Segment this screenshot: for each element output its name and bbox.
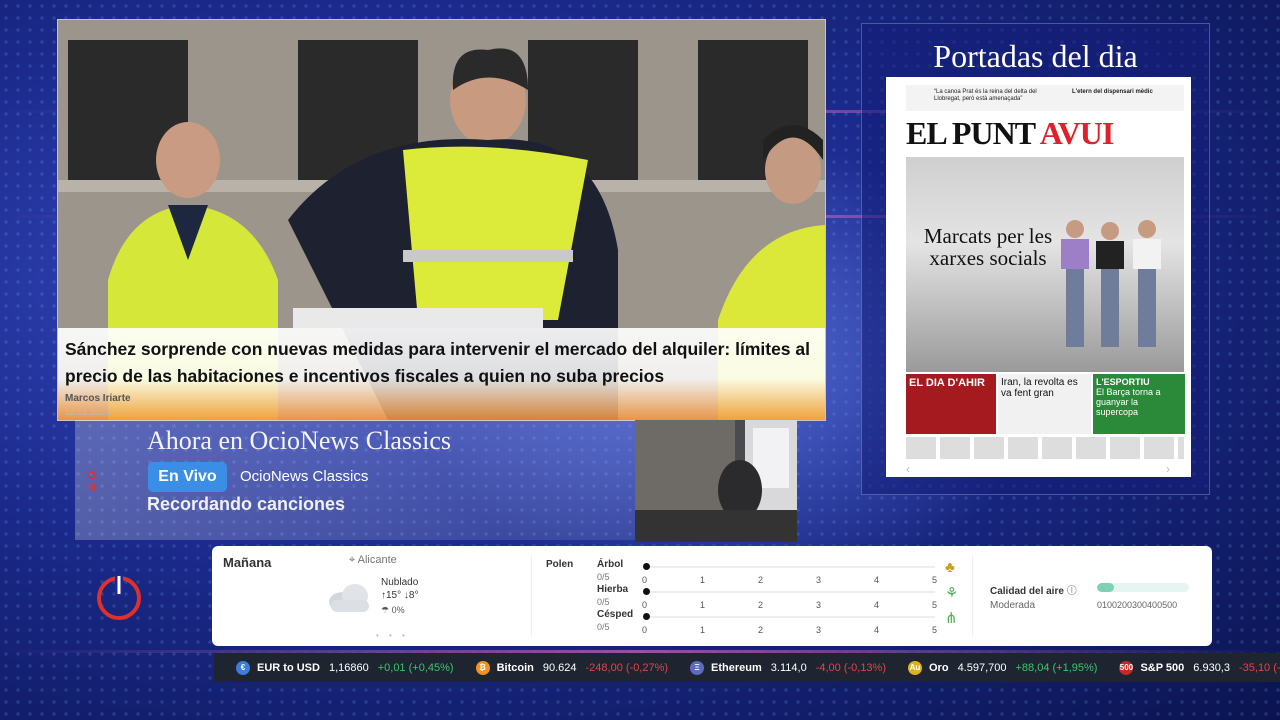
ticker-name: Oro	[929, 661, 949, 674]
ticker-price: 90.624	[542, 661, 577, 674]
location-pin-icon: ⌖	[349, 554, 356, 566]
pollen-bar	[645, 616, 935, 618]
radio-logo-icon: ON	[87, 470, 97, 494]
ticker-price: 4.597,700	[957, 661, 1007, 674]
weather-pager[interactable]: • • •	[376, 631, 409, 640]
cover-bottom-middle: Iran, la revolta es va fent gran	[998, 374, 1091, 434]
grass-icon: ⋔	[945, 610, 958, 627]
air-quality-level: Moderada	[990, 600, 1036, 611]
air-quality-scale: 0100200300400500	[1097, 600, 1178, 610]
cover-next-icon[interactable]: ›	[1166, 462, 1170, 476]
cover-bottom-right: L'ESPORTIU El Barça torna a guanyar la s…	[1093, 374, 1185, 434]
air-quality-fill	[1097, 583, 1114, 592]
cover-headline: Marcats per les xarxes socials	[923, 224, 1053, 270]
ticker-asset-icon: Au	[908, 660, 922, 675]
pollen-score: 0/5	[597, 597, 610, 607]
cover-bottom-strip	[906, 437, 1184, 459]
weather-rain: ☂ 0%	[381, 605, 405, 615]
weather-day: Mañana	[223, 555, 272, 570]
news-headline[interactable]: Sánchez sorprende con nuevas medidas par…	[65, 336, 817, 390]
tree-icon: ♣	[945, 559, 955, 576]
umbrella-icon: ☂	[381, 605, 390, 615]
pollen-name: Césped	[597, 609, 634, 620]
now-playing-panel: Ahora en OcioNews Classics En Vivo OcioN…	[75, 420, 635, 540]
ticker-asset-icon: €	[236, 660, 250, 675]
ticker-name: EUR to USD	[257, 661, 320, 674]
air-quality-bar	[1097, 583, 1189, 592]
pollen-score: 0/5	[597, 572, 610, 582]
ticker-price: 1,16860	[328, 661, 369, 674]
ticker-asset-icon: Ξ	[690, 660, 705, 675]
pollen-name: Árbol	[597, 559, 624, 570]
power-icon[interactable]	[95, 572, 143, 620]
pollen-bar	[645, 591, 935, 593]
pollen-marker	[643, 613, 650, 620]
ticker-asset-icon: ₿	[475, 660, 490, 675]
info-icon[interactable]: ⓘ	[1067, 586, 1077, 597]
live-camera-feed[interactable]	[635, 420, 797, 542]
ticker-asset-icon: 500	[1119, 660, 1134, 675]
divider	[972, 556, 973, 636]
ticker-change: +0,01 (+0,45%)	[377, 661, 454, 674]
divider	[531, 556, 532, 636]
ticker-item[interactable]: ₿ Bitcoin 90.624 -248,00 (-0,27%)	[475, 660, 669, 675]
ticker-price: 3.114,0	[770, 661, 807, 674]
news-date: 12.01.2026	[65, 407, 111, 417]
ticker-change: -248,00 (-0,27%)	[585, 661, 669, 674]
ticker-price: 6.930,3	[1193, 661, 1230, 674]
news-caption: Sánchez sorprende con nuevas medidas par…	[58, 328, 825, 420]
cover-top-right: L'etern del dispensari mèdic	[1072, 89, 1153, 95]
cloud-icon	[329, 584, 369, 612]
news-card[interactable]: Sánchez sorprende con nuevas medidas par…	[57, 19, 826, 421]
cover-bottom-left: EL DIA D'AHIR	[906, 374, 996, 434]
pollen-marker	[643, 563, 650, 570]
camera-image	[635, 420, 797, 542]
weather-widget: Mañana ⌖ Alicante Nublado ↑15° ↓8° ☂ 0% …	[212, 546, 1212, 646]
pollen-bar	[645, 566, 935, 568]
pollen-row-cesped: Césped 0/5 012345 ⋔	[597, 609, 958, 635]
ticker-item[interactable]: Au Oro 4.597,700 +88,04 (+1,95%)	[908, 660, 1098, 675]
now-playing-song: Recordando canciones	[147, 494, 346, 514]
newspaper-cover[interactable]: “La canoa Prat és la reina del delta del…	[886, 77, 1191, 477]
ticker-name: S&P 500	[1140, 661, 1185, 674]
pollen-label: Polen	[546, 559, 574, 570]
pollen-marker	[643, 588, 650, 595]
pollen-row-arbol: Árbol 0/5 012345 ♣	[597, 559, 955, 585]
weather-condition: Nublado	[381, 577, 419, 588]
weather-location[interactable]: ⌖ Alicante	[349, 554, 397, 567]
ticker-item[interactable]: € EUR to USD 1,16860 +0,01 (+0,45%)	[236, 660, 454, 675]
ticker-change: -4,00 (-0,13%)	[815, 661, 886, 674]
station-name: OcioNews Classics	[240, 468, 369, 485]
ticker-item[interactable]: Ξ Ethereum 3.114,0 -4,00 (-0,13%)	[690, 660, 886, 675]
pollen-name: Hierba	[597, 584, 629, 595]
ticker-item[interactable]: 500 S&P 500 6.930,3 -35,10 (-0,5%)	[1119, 660, 1280, 675]
cover-top-left: “La canoa Prat és la reina del delta del…	[934, 89, 1037, 102]
ticker-change: -35,10 (-0,5%)	[1238, 661, 1280, 674]
pollen-score: 0/5	[597, 622, 610, 632]
market-ticker: € EUR to USD 1,16860 +0,01 (+0,45%) ₿ Bitcoin…	[214, 653, 1280, 682]
pollen-row-hierba: Hierba 0/5 012345 ⚘	[597, 584, 959, 610]
ticker-name: Ethereum	[711, 661, 762, 674]
air-quality-title: Calidad del aire ⓘ	[990, 586, 1077, 597]
herb-icon: ⚘	[945, 585, 959, 602]
news-author: Marcos Iriarte	[65, 393, 131, 404]
cover-prev-icon[interactable]: ‹	[906, 462, 910, 476]
portadas-panel: Portadas del dia “La canoa Prat és la re…	[861, 23, 1210, 495]
ticker-change: +88,04 (+1,95%)	[1015, 661, 1098, 674]
portadas-title: Portadas del dia	[933, 38, 1138, 74]
ticker-name: Bitcoin	[496, 661, 534, 674]
now-playing-title: Ahora en OcioNews Classics	[147, 426, 451, 455]
weather-temps: ↑15° ↓8°	[381, 590, 419, 601]
live-badge[interactable]: En Vivo	[148, 462, 227, 492]
cover-masthead: EL PUNT AVUI	[906, 115, 1114, 151]
